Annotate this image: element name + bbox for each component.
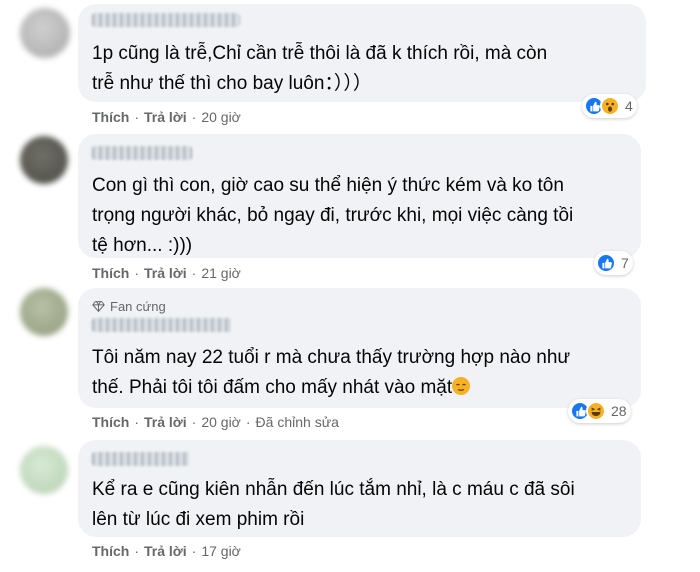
comment-actions: Thích · Trả lời · 17 giờ [92, 543, 241, 559]
avatar[interactable] [20, 8, 70, 58]
fan-badge[interactable]: Fan cứng [92, 299, 166, 314]
like-link[interactable]: Thích [92, 109, 129, 125]
wow-icon [600, 96, 620, 116]
badge-label: Fan cứng [110, 299, 166, 314]
reaction-summary[interactable]: 28 [568, 399, 631, 423]
comment-actions: Thích · Trả lời · 20 giờ · Đã chỉnh sửa [92, 414, 339, 430]
haha-icon [586, 401, 606, 421]
like-icon [596, 253, 616, 273]
comment-line: Con gì thì con, giờ cao su thể hiện ý th… [92, 175, 564, 196]
commenter-name-redacted[interactable] [92, 318, 232, 332]
reply-link[interactable]: Trả lời [144, 414, 187, 430]
comment-text: Kể ra e cũng kiên nhẫn đến lúc tắm nhỉ, … [92, 475, 575, 535]
reply-link[interactable]: Trả lời [144, 265, 187, 281]
timestamp[interactable]: 17 giờ [201, 543, 241, 559]
comment-line: tệ hơn... :))) [92, 235, 193, 256]
comment-text: 1p cũng là trễ,Chỉ cần trễ thôi là đã k … [92, 39, 547, 99]
edited-label[interactable]: Đã chỉnh sửa [256, 414, 339, 430]
comment-line: Kể ra e cũng kiên nhẫn đến lúc tắm nhỉ, … [92, 479, 575, 500]
reply-link[interactable]: Trả lời [144, 109, 187, 125]
comment-line: trễ như thế thì cho bay luôn：））） [92, 73, 372, 94]
comment-text: Tôi năm nay 22 tuổi r mà chưa thấy trườn… [92, 343, 570, 403]
reaction-summary[interactable]: 7 [594, 251, 633, 275]
comment-actions: Thích · Trả lời · 21 giờ [92, 265, 241, 281]
commenter-name-redacted[interactable] [92, 452, 190, 466]
relieved-face-emoji-icon [452, 377, 471, 395]
comment-text: Con gì thì con, giờ cao su thể hiện ý th… [92, 171, 573, 261]
comment-line: thế. Phải tôi tôi đấm cho mấy nhát vào m… [92, 377, 453, 398]
comment-line: trọng người khác, bỏ ngay đi, trước khi,… [92, 205, 574, 226]
comment-line: Tôi năm nay 22 tuổi r mà chưa thấy trườn… [92, 347, 571, 368]
avatar[interactable] [20, 446, 68, 494]
comment-line: lên từ lúc đi xem phim rồi [92, 509, 305, 530]
avatar[interactable] [20, 136, 68, 184]
comment-line: 1p cũng là trễ,Chỉ cần trễ thôi là đã k … [92, 43, 548, 64]
like-link[interactable]: Thích [92, 543, 129, 559]
diamond-icon [92, 301, 105, 312]
reaction-count: 28 [611, 403, 627, 419]
timestamp[interactable]: 21 giờ [201, 265, 241, 281]
timestamp[interactable]: 20 giờ [201, 414, 241, 430]
reaction-summary[interactable]: 4 [582, 94, 637, 118]
comment-actions: Thích · Trả lời · 20 giờ [92, 109, 241, 125]
commenter-name-redacted[interactable] [92, 13, 240, 27]
reaction-count: 4 [625, 98, 633, 114]
timestamp[interactable]: 20 giờ [201, 109, 241, 125]
commenter-name-redacted[interactable] [92, 146, 192, 160]
like-link[interactable]: Thích [92, 265, 129, 281]
comment-line-wrapper: thế. Phải tôi tôi đấm cho mấy nhát vào m… [92, 373, 570, 403]
reply-link[interactable]: Trả lời [144, 543, 187, 559]
reaction-count: 7 [621, 255, 629, 271]
avatar[interactable] [20, 288, 68, 336]
like-link[interactable]: Thích [92, 414, 129, 430]
